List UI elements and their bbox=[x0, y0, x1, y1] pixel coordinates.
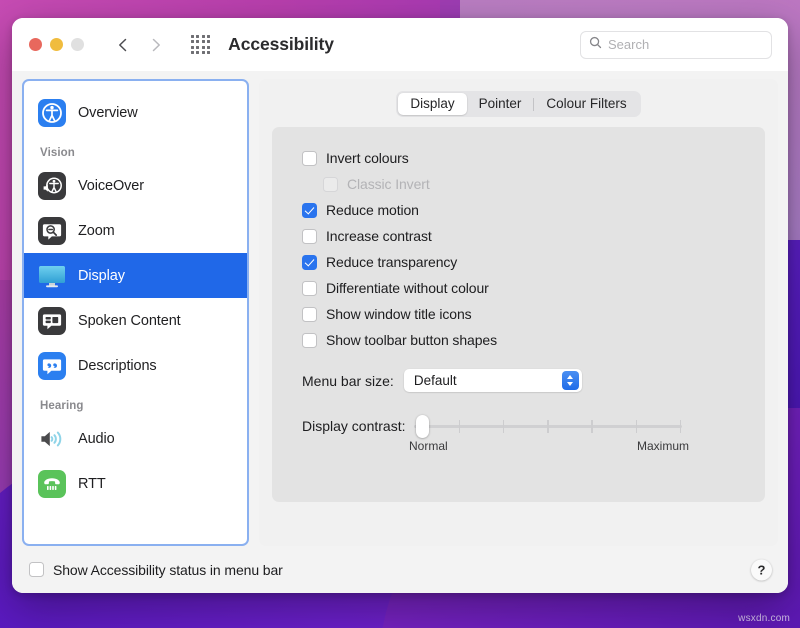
minimise-window-button[interactable] bbox=[50, 38, 63, 51]
accessibility-window: Accessibility Search Overview Vision bbox=[12, 18, 788, 593]
checkbox-label: Show toolbar button shapes bbox=[326, 332, 497, 348]
sidebar-item-rtt[interactable]: RTT bbox=[24, 461, 247, 506]
checkbox-label: Show window title icons bbox=[326, 306, 472, 322]
close-window-button[interactable] bbox=[29, 38, 42, 51]
sidebar-group-hearing: Hearing bbox=[24, 388, 247, 416]
checkbox-reduce-transparency[interactable] bbox=[302, 255, 317, 270]
checkbox-row-increase-contrast[interactable]: Increase contrast bbox=[292, 223, 745, 249]
sidebar-item-display[interactable]: Display bbox=[24, 253, 247, 298]
checkbox-show-accessibility-status[interactable] bbox=[29, 562, 44, 577]
sidebar-scroll-area[interactable]: Overview Vision VoiceOver Zoom bbox=[24, 81, 247, 544]
checkbox-label: Invert colours bbox=[326, 150, 409, 166]
tab-colour-filters[interactable]: Colour Filters bbox=[534, 93, 638, 115]
menu-bar-size-label: Menu bar size: bbox=[302, 373, 394, 389]
sidebar-item-label: Overview bbox=[78, 105, 138, 121]
accessibility-icon bbox=[38, 99, 66, 127]
traffic-lights bbox=[29, 38, 84, 51]
status-checkbox-label: Show Accessibility status in menu bar bbox=[53, 562, 283, 578]
search-icon bbox=[589, 36, 602, 54]
sidebar-group-vision: Vision bbox=[24, 135, 247, 163]
sidebar-item-label: Audio bbox=[78, 431, 115, 447]
checkbox-classic-invert bbox=[323, 177, 338, 192]
sidebar-item-spoken-content[interactable]: Spoken Content bbox=[24, 298, 247, 343]
tab-bar: Display Pointer Colour Filters bbox=[272, 91, 765, 117]
menu-bar-size-select[interactable]: Default bbox=[404, 369, 582, 392]
voiceover-icon bbox=[38, 172, 66, 200]
search-field[interactable]: Search bbox=[580, 31, 772, 59]
slider-min-label: Normal bbox=[409, 439, 448, 453]
menu-bar-size-value: Default bbox=[414, 373, 562, 388]
sidebar-item-overview[interactable]: Overview bbox=[24, 90, 247, 135]
display-icon bbox=[38, 262, 66, 290]
search-placeholder: Search bbox=[608, 37, 649, 52]
checkbox-row-show-toolbar-button-shapes[interactable]: Show toolbar button shapes bbox=[292, 327, 745, 353]
page-title: Accessibility bbox=[228, 34, 334, 55]
window-titlebar: Accessibility Search bbox=[12, 18, 788, 71]
zoom-window-button[interactable] bbox=[71, 38, 84, 51]
checkbox-label: Increase contrast bbox=[326, 228, 432, 244]
rtt-icon bbox=[38, 470, 66, 498]
window-bottom-bar: Show Accessibility status in menu bar ? bbox=[12, 546, 788, 593]
checkbox-row-classic-invert: Classic Invert bbox=[292, 171, 745, 197]
back-chevron-icon[interactable] bbox=[115, 37, 131, 53]
tab-display[interactable]: Display bbox=[398, 93, 466, 115]
zoom-icon bbox=[38, 217, 66, 245]
checkbox-show-toolbar-button-shapes[interactable] bbox=[302, 333, 317, 348]
checkbox-label: Differentiate without colour bbox=[326, 280, 489, 296]
slider-ticks bbox=[414, 420, 682, 433]
sidebar: Overview Vision VoiceOver Zoom bbox=[22, 79, 249, 546]
tab-group: Display Pointer Colour Filters bbox=[396, 91, 640, 117]
sidebar-item-descriptions[interactable]: Descriptions bbox=[24, 343, 247, 388]
checkbox-show-window-title-icons[interactable] bbox=[302, 307, 317, 322]
sidebar-item-zoom[interactable]: Zoom bbox=[24, 208, 247, 253]
audio-icon bbox=[38, 425, 66, 453]
watermark: wsxdn.com bbox=[738, 613, 790, 624]
display-contrast-row: Display contrast: bbox=[292, 414, 745, 438]
checkbox-row-show-window-title-icons[interactable]: Show window title icons bbox=[292, 301, 745, 327]
checkbox-differentiate-without-colour[interactable] bbox=[302, 281, 317, 296]
sidebar-item-audio[interactable]: Audio bbox=[24, 416, 247, 461]
status-checkbox-row[interactable]: Show Accessibility status in menu bar bbox=[29, 562, 283, 578]
display-contrast-label: Display contrast: bbox=[302, 418, 405, 434]
sidebar-item-label: Zoom bbox=[78, 223, 115, 239]
sidebar-item-voiceover[interactable]: VoiceOver bbox=[24, 163, 247, 208]
sidebar-item-label: Spoken Content bbox=[78, 313, 181, 329]
checkbox-label: Classic Invert bbox=[347, 176, 430, 192]
checkbox-row-invert-colours[interactable]: Invert colours bbox=[292, 145, 745, 171]
sidebar-item-label: Descriptions bbox=[78, 358, 157, 374]
slider-max-label: Maximum bbox=[637, 439, 689, 453]
display-contrast-slider[interactable] bbox=[414, 414, 682, 438]
checkbox-reduce-motion[interactable] bbox=[302, 203, 317, 218]
chevron-updown-icon[interactable] bbox=[562, 371, 579, 390]
sidebar-item-label: VoiceOver bbox=[78, 178, 144, 194]
help-button[interactable]: ? bbox=[751, 559, 772, 580]
spoken-content-icon bbox=[38, 307, 66, 335]
checkbox-invert-colours[interactable] bbox=[302, 151, 317, 166]
menu-bar-size-row: Menu bar size: Default bbox=[292, 369, 745, 392]
slider-thumb[interactable] bbox=[416, 415, 429, 438]
sidebar-item-label: RTT bbox=[78, 476, 106, 492]
main-pane: Display Pointer Colour Filters Invert co… bbox=[259, 79, 778, 546]
tab-pointer[interactable]: Pointer bbox=[467, 93, 534, 115]
forward-chevron-icon[interactable] bbox=[148, 37, 164, 53]
display-settings-panel: Invert colours Classic Invert Reduce mot… bbox=[272, 127, 765, 502]
checkbox-row-reduce-motion[interactable]: Reduce motion bbox=[292, 197, 745, 223]
window-body: Overview Vision VoiceOver Zoom bbox=[12, 71, 788, 546]
checkbox-row-differentiate-without-colour[interactable]: Differentiate without colour bbox=[292, 275, 745, 301]
sidebar-item-label: Display bbox=[78, 268, 125, 284]
checkbox-label: Reduce transparency bbox=[326, 254, 457, 270]
navigation-arrows bbox=[115, 37, 164, 53]
checkbox-label: Reduce motion bbox=[326, 202, 419, 218]
checkbox-row-reduce-transparency[interactable]: Reduce transparency bbox=[292, 249, 745, 275]
descriptions-icon bbox=[38, 352, 66, 380]
checkbox-increase-contrast[interactable] bbox=[302, 229, 317, 244]
grid-view-icon[interactable] bbox=[191, 35, 210, 54]
display-contrast-legend: Normal Maximum bbox=[292, 439, 745, 455]
